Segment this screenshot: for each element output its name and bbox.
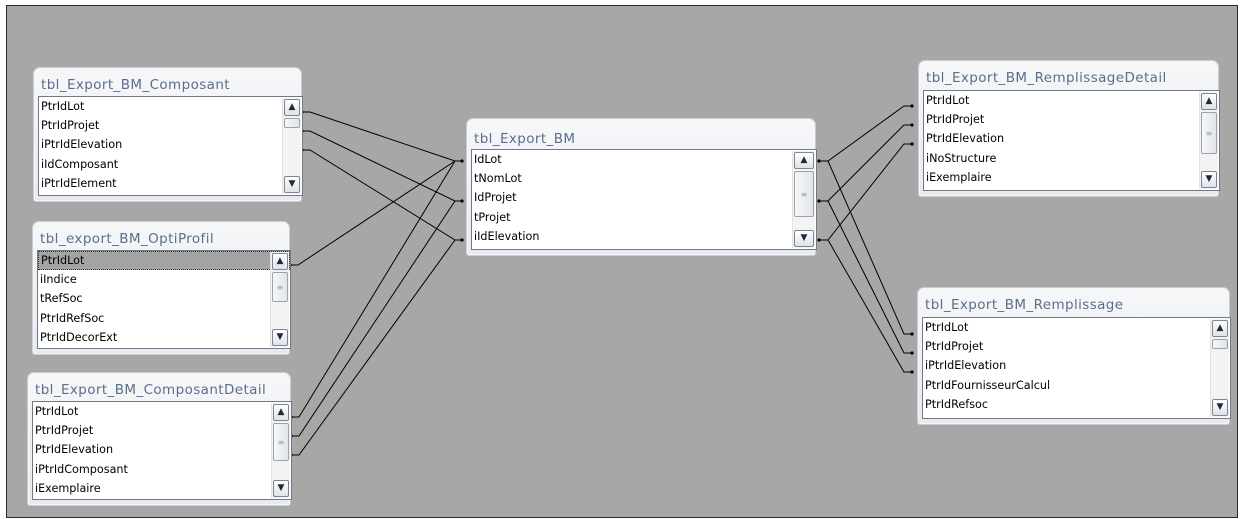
table-window-optiprofil[interactable]: tbl_export_BM_OptiProfil PtrIdLot iIndice… [32,221,291,355]
vertical-scrollbar[interactable]: ▲ ≡ ▼ [270,252,289,347]
table-title[interactable]: tbl_export_BM_OptiProfil [40,231,214,247]
chevron-down-icon[interactable]: ▼ [284,176,300,193]
field-rows: PtrIdLot iIndice tRefSoc PtrIdRefSoc PtrIdDe… [38,251,290,347]
field-item[interactable]: PtrIdElevation [924,129,1219,148]
field-item[interactable]: PtrIdLot [38,251,290,271]
field-rows: PtrIdLot PtrIdProjet iPtrIdElevation iIdCom… [39,97,302,193]
chevron-up-icon[interactable]: ▲ [1201,93,1217,110]
chevron-down-icon[interactable]: ▼ [1201,171,1217,188]
chevron-up-icon[interactable]: ▲ [272,253,288,270]
field-item[interactable]: PtrIdProjet [924,110,1219,129]
chevron-up-icon[interactable]: ▲ [794,152,814,169]
chevron-down-icon[interactable]: ▼ [273,480,289,497]
table-window-export-bm[interactable]: tbl_Export_BM IdLot tNomLot IdProjet tProje… [466,118,817,256]
field-item[interactable]: IdLot [472,150,816,169]
field-item[interactable]: PtrIdLot [924,91,1219,110]
table-title[interactable]: tbl_Export_BM_Remplissage [925,297,1123,313]
field-list[interactable]: PtrIdLot PtrIdProjet PtrIdElevation iPtrIdC… [32,401,292,500]
chevron-down-icon[interactable]: ▼ [272,329,288,346]
field-item[interactable]: PtrIdDecorExt [38,328,290,347]
field-item[interactable]: IdProjet [472,188,816,207]
field-rows: PtrIdLot PtrIdProjet PtrIdElevation iNoStru… [924,91,1219,187]
field-item[interactable]: PtrIdRefsoc [923,395,1230,414]
table-window-remplissagedetail[interactable]: tbl_Export_BM_RemplissageDetail PtrIdLot… [918,60,1220,197]
vertical-scrollbar[interactable]: ▲ ▼ [282,98,301,194]
field-list[interactable]: PtrIdLot PtrIdProjet iPtrIdElevation iIdCom… [38,96,303,196]
table-title[interactable]: tbl_Export_BM_RemplissageDetail [926,70,1167,86]
field-item[interactable]: PtrIdFournisseurCalcul [923,376,1230,395]
field-item[interactable]: PtrIdProjet [39,116,302,135]
vertical-scrollbar[interactable]: ▲ ▼ [1210,319,1229,417]
table-window-composantdetail[interactable]: tbl_Export_BM_ComposantDetail PtrIdLot Pt… [27,372,292,506]
vertical-scrollbar[interactable]: ▲ ≡ ▼ [1199,92,1218,189]
field-list[interactable]: IdLot tNomLot IdProjet tProjet iIdElevation … [471,149,817,250]
field-item[interactable]: PtrIdLot [923,318,1230,337]
field-item[interactable]: iNoStructure [924,149,1219,168]
field-item[interactable]: iPtrIdComposant [33,460,291,479]
grip-icon[interactable]: ≡ [794,171,814,217]
field-item[interactable]: PtrIdElevation [33,440,291,459]
grip-icon[interactable]: ≡ [1201,112,1217,154]
chevron-up-icon[interactable]: ▲ [273,404,289,421]
field-item[interactable]: PtrIdLot [39,97,302,116]
field-item[interactable]: iPtrIdElevation [923,356,1230,375]
scroll-thumb[interactable] [284,118,300,128]
field-item[interactable]: PtrIdLot [33,402,291,421]
table-title[interactable]: tbl_Export_BM [474,131,575,147]
field-item[interactable]: iExemplaire [33,479,291,498]
table-window-remplissage[interactable]: tbl_Export_BM_Remplissage PtrIdLot PtrIdP… [917,287,1231,425]
chevron-down-icon[interactable]: ▼ [794,230,814,247]
grip-icon[interactable]: ≡ [272,272,288,302]
field-item[interactable]: iIdElevation [472,227,816,246]
scroll-thumb[interactable] [1212,339,1228,349]
field-item[interactable]: iExemplaire [924,168,1219,187]
field-list[interactable]: PtrIdLot iIndice tRefSoc PtrIdRefSoc PtrIdDe… [37,250,291,349]
table-window-composant[interactable]: tbl_Export_BM_Composant PtrIdLot PtrIdPro… [33,67,303,202]
field-list[interactable]: PtrIdLot PtrIdProjet PtrIdElevation iNoStru… [923,90,1220,191]
field-item[interactable]: PtrIdProjet [33,421,291,440]
chevron-up-icon[interactable]: ▲ [1212,320,1228,337]
chevron-down-icon[interactable]: ▼ [1212,399,1228,416]
field-list[interactable]: PtrIdLot PtrIdProjet iPtrIdElevation PtrIdF… [922,317,1231,419]
vertical-scrollbar[interactable]: ▲ ≡ ▼ [792,151,815,248]
field-item[interactable]: tRefSoc [38,289,290,308]
field-item[interactable]: iPtrIdElevation [39,135,302,154]
vertical-scrollbar[interactable]: ▲ ≡ ▼ [271,403,290,498]
table-title[interactable]: tbl_Export_BM_ComposantDetail [35,382,266,398]
field-item[interactable]: PtrIdRefSoc [38,309,290,328]
field-rows: IdLot tNomLot IdProjet tProjet iIdElevation [472,150,816,246]
table-title[interactable]: tbl_Export_BM_Composant [41,77,230,93]
field-rows: PtrIdLot PtrIdProjet iPtrIdElevation PtrIdF… [923,318,1230,414]
field-item[interactable]: iPtrIdElement [39,174,302,193]
field-item[interactable]: iIdComposant [39,155,302,174]
field-rows: PtrIdLot PtrIdProjet PtrIdElevation iPtrIdC… [33,402,291,498]
field-item[interactable]: iIndice [38,270,290,289]
grip-icon[interactable]: ≡ [273,423,289,461]
chevron-up-icon[interactable]: ▲ [284,99,300,116]
field-item[interactable]: tProjet [472,208,816,227]
field-item[interactable]: tNomLot [472,169,816,188]
field-item[interactable]: PtrIdProjet [923,337,1230,356]
